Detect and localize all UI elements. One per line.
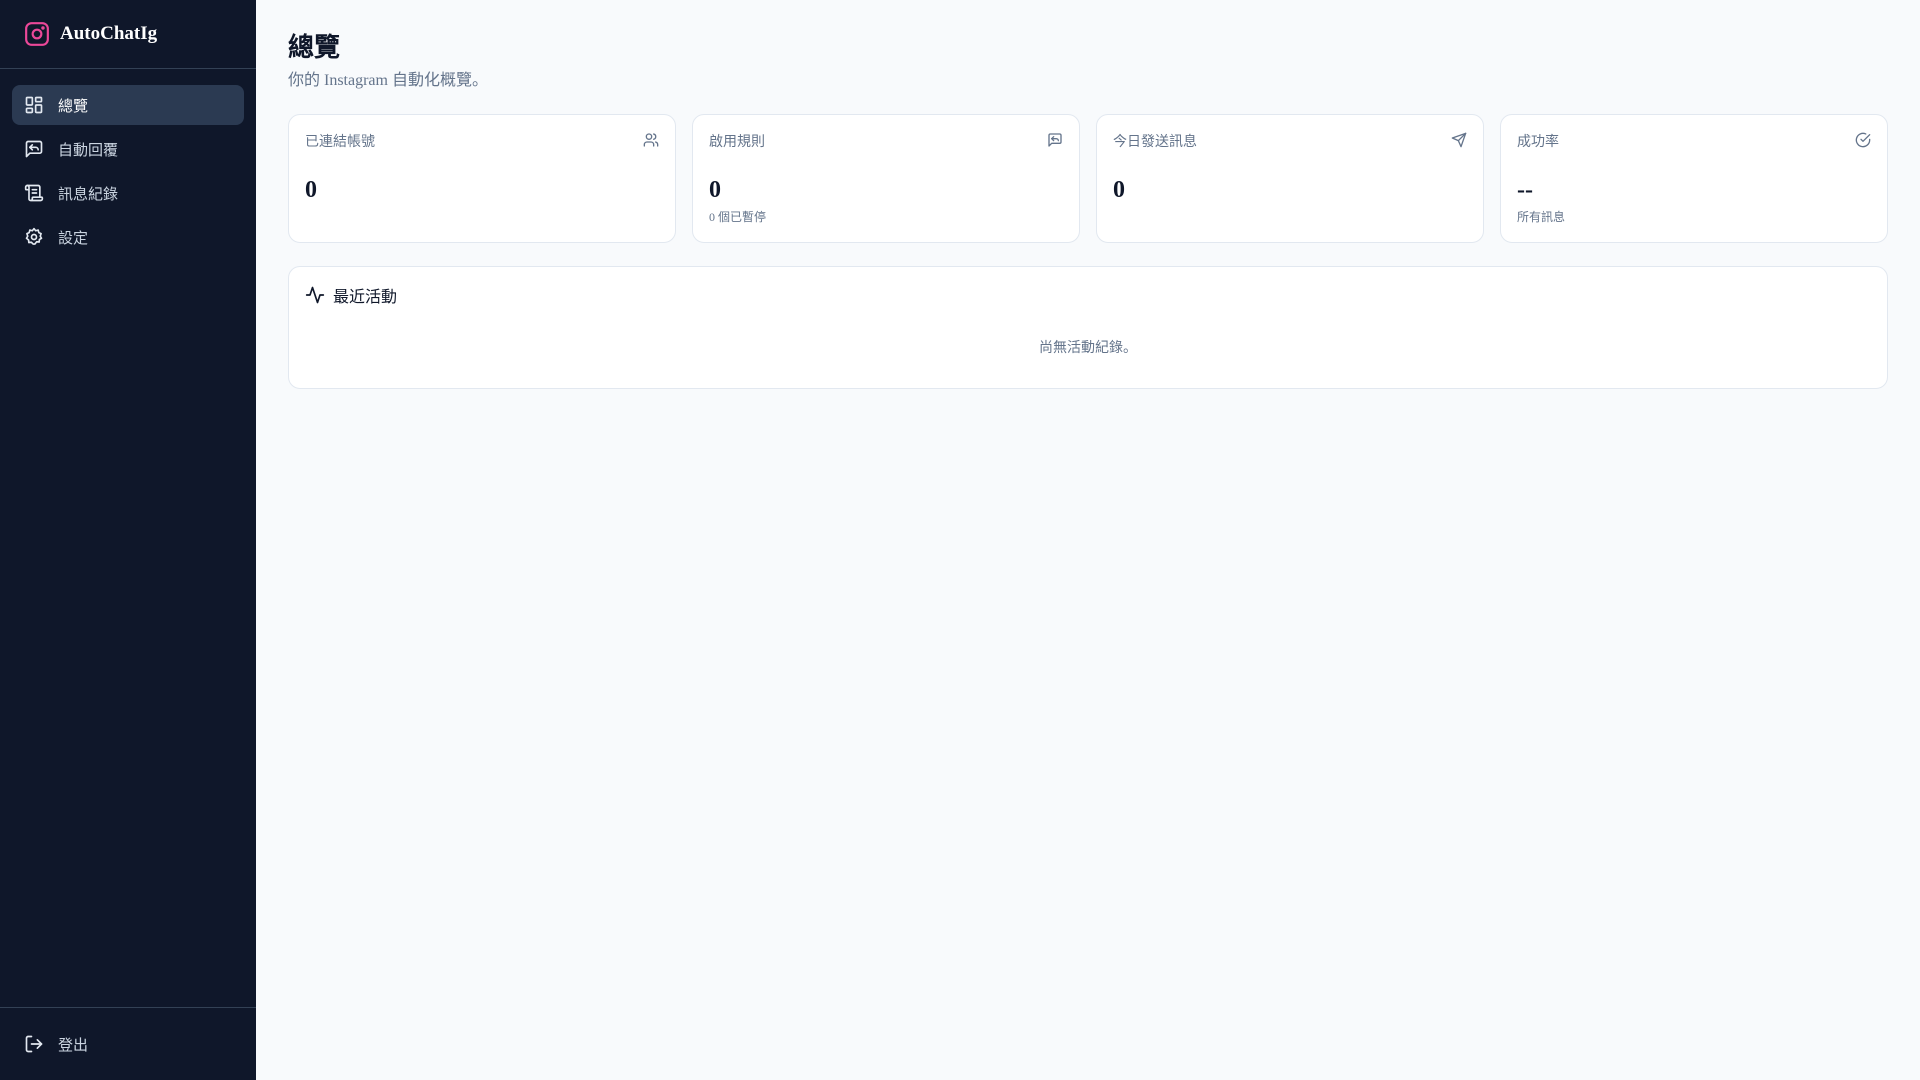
activity-icon — [305, 286, 325, 304]
recent-activity-header: 最近活動 — [305, 283, 1871, 307]
users-icon — [643, 133, 659, 147]
stat-card-success-rate: 成功率 -- 所有訊息 — [1500, 114, 1888, 243]
stat-value: 0 — [305, 177, 317, 203]
sidebar-item-settings[interactable]: 設定 — [12, 217, 244, 257]
stat-label: 成功率 — [1517, 134, 1559, 150]
message-reply-icon — [1048, 133, 1062, 147]
page-title: 總覽 — [288, 33, 341, 62]
instagram-logo-icon — [25, 22, 49, 46]
empty-activity-message: 尚無活動紀錄。 — [1039, 341, 1137, 356]
logout-button[interactable]: 登出 — [12, 1024, 244, 1064]
brand: AutoChatIg — [0, 0, 256, 69]
app-name: AutoChatIg — [60, 23, 158, 44]
logout-label: 登出 — [58, 1037, 89, 1054]
recent-activity-panel: 最近活動 尚無活動紀錄。 — [288, 266, 1888, 389]
logout-icon — [25, 1035, 43, 1053]
dashboard-icon — [25, 96, 43, 114]
sidebar: AutoChatIg 總覽 自動回覆 訊息紀錄 設定 登出 — [0, 0, 256, 1080]
sidebar-item-auto-reply[interactable]: 自動回覆 — [12, 129, 244, 169]
scroll-icon — [24, 184, 44, 202]
stat-label: 啟用規則 — [709, 134, 765, 150]
stat-sub: 0 個已暫停 — [709, 210, 767, 224]
gear-icon — [25, 227, 43, 245]
check-circle-icon — [1855, 132, 1871, 148]
stats-cards: 已連結帳號 0 啟用規則 0 0 個已暫停 今日發送訊息 0 成功率 -- 所有… — [288, 114, 1888, 243]
sidebar-item-overview[interactable]: 總覽 — [12, 85, 244, 125]
send-icon — [1451, 132, 1467, 148]
main-content: 總覽 你的 Instagram 自動化概覽。 已連結帳號 0 啟用規則 0 0 … — [288, 0, 1888, 389]
stat-value: 0 — [709, 177, 721, 203]
sidebar-item-label: 訊息紀錄 — [58, 186, 119, 203]
stat-card-messages-today: 今日發送訊息 0 — [1096, 114, 1484, 243]
message-reply-icon — [25, 140, 43, 158]
page-subtitle: 你的 Instagram 自動化概覽。 — [288, 72, 488, 89]
stat-card-active-rules: 啟用規則 0 0 個已暫停 — [692, 114, 1080, 243]
stat-sub: 所有訊息 — [1517, 210, 1566, 224]
stat-value: 0 — [1113, 177, 1125, 203]
sidebar-item-label: 自動回覆 — [58, 142, 119, 159]
recent-activity-title: 最近活動 — [333, 289, 398, 306]
stat-label: 今日發送訊息 — [1113, 134, 1197, 150]
sidebar-footer: 登出 — [0, 1007, 256, 1080]
sidebar-item-label: 總覽 — [58, 98, 89, 115]
stat-card-connected-accounts: 已連結帳號 0 — [288, 114, 676, 243]
sidebar-item-label: 設定 — [58, 230, 89, 247]
stat-label: 已連結帳號 — [305, 134, 375, 150]
sidebar-nav: 總覽 自動回覆 訊息紀錄 設定 — [0, 69, 256, 277]
sidebar-item-message-log[interactable]: 訊息紀錄 — [12, 173, 244, 213]
stat-value: -- — [1517, 177, 1533, 203]
